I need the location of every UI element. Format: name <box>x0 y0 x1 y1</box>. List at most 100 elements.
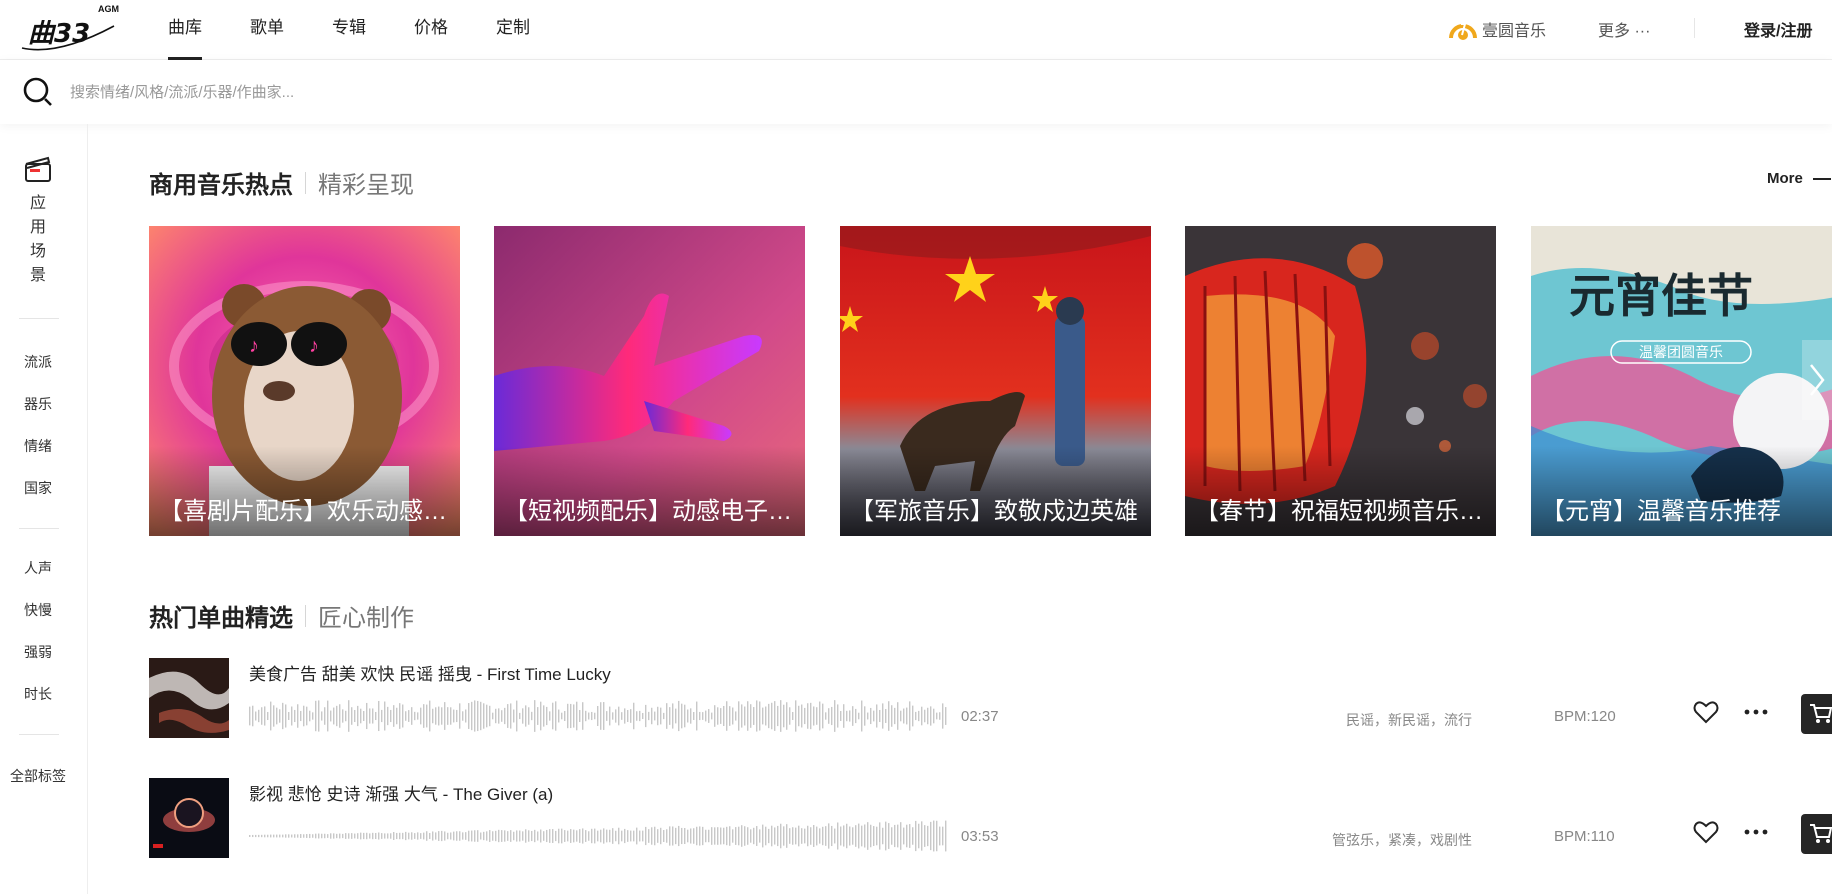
waveform-bar <box>792 827 794 845</box>
waveform-bar <box>735 827 737 845</box>
search-input[interactable] <box>70 78 670 106</box>
track-waveform[interactable] <box>249 816 949 856</box>
waveform-bar <box>639 710 641 722</box>
waveform-bar <box>522 708 524 724</box>
waveform-bar <box>510 703 512 729</box>
waveform-bar <box>336 833 338 839</box>
waveform-bar <box>435 832 437 840</box>
hot-card[interactable]: 【短视频配乐】动感电子氛围 <box>494 226 805 536</box>
waveform-bar <box>717 707 719 725</box>
waveform-bar <box>291 834 293 838</box>
nav-pricing[interactable]: 价格 <box>414 0 448 60</box>
sidebar-item-country[interactable]: 国家 <box>0 478 76 498</box>
more-options-icon[interactable] <box>1743 820 1769 844</box>
more-link[interactable]: More <box>1767 170 1831 187</box>
waveform-bar <box>567 703 569 729</box>
waveform-bar <box>345 833 347 839</box>
waveform-bar <box>414 833 416 839</box>
sidebar-item-genre[interactable]: 流派 <box>0 352 76 372</box>
waveform-bar <box>528 830 530 842</box>
waveform-bar <box>474 830 476 842</box>
waveform-bar <box>678 700 680 732</box>
waveform-bar <box>453 831 455 841</box>
waveform-bar <box>492 712 494 720</box>
waveform-bar <box>546 706 548 726</box>
nav-divider <box>1694 18 1695 38</box>
waveform-bar <box>564 710 566 722</box>
waveform-bar <box>324 707 326 725</box>
search-icon[interactable] <box>22 76 54 108</box>
waveform-bar <box>762 824 764 848</box>
waveform-bar <box>510 830 512 842</box>
waveform-bar <box>300 834 302 838</box>
waveform-bar <box>417 712 419 720</box>
site-logo[interactable]: 曲33 AGM <box>18 4 130 56</box>
waveform-bar <box>945 820 947 852</box>
track-waveform[interactable] <box>249 696 949 736</box>
waveform-bar <box>729 826 731 846</box>
hot-card[interactable]: ♪ ♪ 【喜剧片配乐】欢乐动感俏皮 <box>149 226 460 536</box>
waveform-bar <box>561 828 563 844</box>
sidebar-scene-button[interactable]: 应用场景 <box>0 154 76 288</box>
waveform-bar <box>273 834 275 838</box>
waveform-bar <box>816 826 818 846</box>
waveform-bar <box>369 708 371 724</box>
login-register-link[interactable]: 登录/注册 <box>1744 17 1812 41</box>
waveform-bar <box>795 700 797 732</box>
waveform-bar <box>399 832 401 840</box>
waveform-bar <box>549 829 551 843</box>
track-cover[interactable] <box>149 778 229 858</box>
nav-albums[interactable]: 专辑 <box>332 0 366 60</box>
track-cover[interactable] <box>149 658 229 738</box>
waveform-bar <box>768 828 770 844</box>
track-title[interactable]: 美食广告 甜美 欢快 民谣 摇曳 - First Time Lucky <box>249 660 611 685</box>
heart-icon[interactable] <box>1693 700 1719 724</box>
sidebar-all-tags[interactable]: 全部标签 <box>0 766 76 786</box>
logo-badge: AGM <box>98 4 119 14</box>
heart-icon[interactable] <box>1693 820 1719 844</box>
top-nav: 曲33 AGM 曲库 歌单 专辑 价格 定制 壹圆音乐 更多 ··· 登录/注册 <box>0 0 1832 60</box>
sidebar-item-duration[interactable]: 时长 <box>0 684 76 704</box>
nav-music-library[interactable]: 曲库 <box>168 0 202 60</box>
sidebar-item-tempo[interactable]: 快慢 <box>0 600 76 620</box>
carousel-next-button[interactable] <box>1802 340 1832 420</box>
waveform-bar <box>282 702 284 730</box>
waveform-bar <box>858 712 860 720</box>
nav-playlists[interactable]: 歌单 <box>250 0 284 60</box>
waveform-bar <box>288 712 290 720</box>
more-menu[interactable]: 更多 ··· <box>1598 17 1650 41</box>
waveform-bar <box>384 833 386 839</box>
waveform-bar <box>642 830 644 842</box>
brand-link-yiyuan[interactable]: 壹圆音乐 <box>1448 16 1546 42</box>
waveform-bar <box>651 827 653 845</box>
waveform-bar <box>897 702 899 730</box>
hot-card[interactable]: 元宵佳节 温馨团圆音乐 【元宵】温馨音乐推荐 <box>1531 226 1832 536</box>
svg-text:♪: ♪ <box>309 335 319 357</box>
add-to-cart-button[interactable] <box>1801 814 1832 854</box>
waveform-bar <box>789 707 791 725</box>
nav-custom[interactable]: 定制 <box>496 0 530 60</box>
more-options-icon[interactable] <box>1743 700 1769 724</box>
waveform-bar <box>516 830 518 842</box>
waveform-bar <box>312 834 314 838</box>
sidebar-item-instrument[interactable]: 器乐 <box>0 394 76 414</box>
hot-card[interactable]: 【春节】祝福短视频音乐推荐 <box>1185 226 1496 536</box>
waveform-bar <box>810 702 812 730</box>
waveform-bar <box>840 710 842 722</box>
waveform-bar <box>390 709 392 723</box>
track-title[interactable]: 影视 悲怆 史诗 渐强 大气 - The Giver (a) <box>249 780 553 805</box>
waveform-bar <box>930 821 932 851</box>
waveform-bar <box>669 707 671 725</box>
waveform-bar <box>642 712 644 720</box>
waveform-bar <box>783 826 785 846</box>
waveform-bar <box>468 830 470 842</box>
add-to-cart-button[interactable] <box>1801 694 1832 734</box>
waveform-bar <box>663 712 665 720</box>
hot-card[interactable]: 【军旅音乐】致敬戍边英雄 <box>840 226 1151 536</box>
waveform-bar <box>543 705 545 727</box>
waveform-bar <box>396 707 398 725</box>
sidebar-item-vocal[interactable]: 人声 <box>0 558 76 578</box>
waveform-bar <box>873 826 875 846</box>
sidebar-item-intensity[interactable]: 强弱 <box>0 642 76 662</box>
sidebar-item-mood[interactable]: 情绪 <box>0 436 76 456</box>
